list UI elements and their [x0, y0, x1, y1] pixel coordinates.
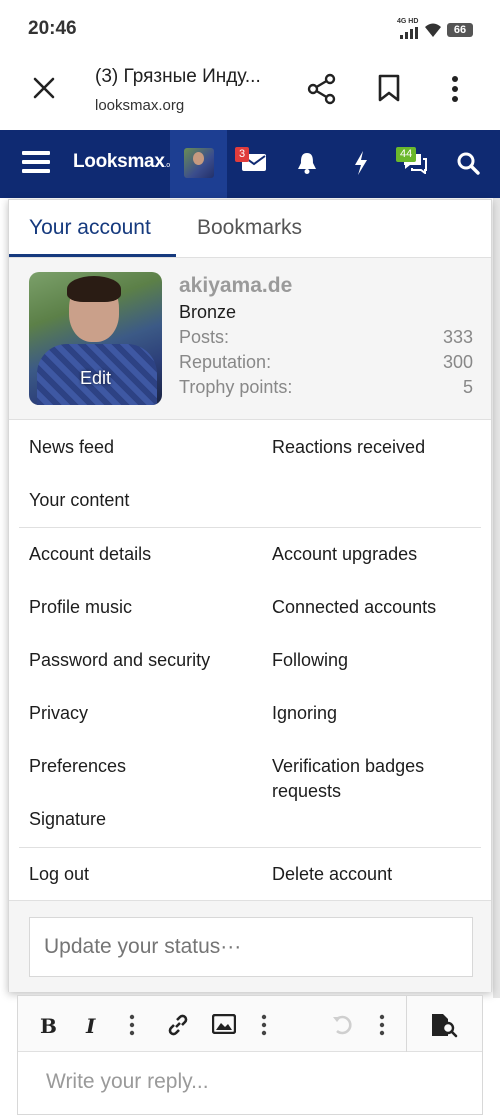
menu-ignoring[interactable]: Ignoring [272, 703, 337, 724]
more-vert-icon[interactable] [445, 73, 465, 105]
menu-divider [19, 847, 481, 848]
edit-avatar-label[interactable]: Edit [29, 368, 162, 389]
page-url[interactable]: looksmax.org [95, 97, 184, 114]
bold-icon[interactable]: B [40, 1014, 57, 1038]
account-dropdown: Your account Bookmarks Edit akiyama.de B… [8, 199, 492, 992]
more-options-icon[interactable] [128, 1014, 136, 1036]
account-tabs: Your account Bookmarks [9, 200, 491, 258]
page-underlay [493, 198, 500, 998]
wifi-icon [425, 23, 441, 37]
site-navigation-bar: Looksmax.org [0, 130, 500, 198]
browser-toolbar: (3) Грязные Инду... looksmax.org [0, 58, 500, 130]
reply-placeholder[interactable]: Write your reply... [46, 1070, 209, 1094]
menu-preferences[interactable]: Preferences [29, 756, 126, 777]
more-options-icon[interactable] [260, 1014, 268, 1036]
image-icon[interactable] [212, 1014, 236, 1034]
menu-news-feed[interactable]: News feed [29, 437, 114, 458]
stat-reputation: Reputation: 300 [179, 352, 473, 372]
battery-icon: 66 [447, 23, 473, 37]
menu-password-security[interactable]: Password and security [29, 650, 210, 671]
stat-posts: Posts: 333 [179, 327, 473, 347]
menu-verification-badges[interactable]: Verification badges requests [272, 756, 424, 802]
tab-your-account[interactable]: Your account [29, 216, 151, 240]
toolbar-divider [406, 996, 407, 1052]
share-icon[interactable] [307, 73, 337, 105]
editor-toolbar: B I [18, 996, 482, 1052]
page-title: (3) Грязные Инду... [95, 66, 261, 87]
active-tab-indicator [9, 254, 176, 257]
user-rank: Bronze [179, 302, 237, 322]
menu-your-content[interactable]: Your content [29, 490, 129, 511]
link-icon[interactable] [166, 1013, 190, 1037]
menu-log-out[interactable]: Log out [29, 864, 89, 885]
menu-account-upgrades[interactable]: Account upgrades [272, 544, 417, 565]
menu-reactions-received[interactable]: Reactions received [272, 437, 425, 458]
reply-editor: B I Write your reply... [17, 995, 483, 1115]
menu-divider [19, 527, 481, 528]
search-icon[interactable] [456, 151, 480, 175]
menu-account-details[interactable]: Account details [29, 544, 151, 565]
status-input[interactable] [29, 917, 473, 977]
menu-profile-music[interactable]: Profile music [29, 597, 132, 618]
network-indicator: 4G HD [397, 18, 419, 25]
menu-signature[interactable]: Signature [29, 809, 106, 830]
menu-connected-accounts[interactable]: Connected accounts [272, 597, 436, 618]
menu-delete-account[interactable]: Delete account [272, 864, 392, 885]
close-icon[interactable] [30, 74, 58, 102]
lightning-icon[interactable] [353, 150, 369, 176]
avatar[interactable] [184, 148, 214, 178]
more-options-icon[interactable] [378, 1014, 386, 1036]
menu-following[interactable]: Following [272, 650, 348, 671]
tab-bookmarks[interactable]: Bookmarks [197, 216, 302, 240]
system-status-bar: 20:46 4G HD 66 [0, 0, 500, 58]
menu-privacy[interactable]: Privacy [29, 703, 88, 724]
profile-avatar[interactable]: Edit [29, 272, 162, 405]
bell-icon[interactable] [296, 151, 318, 175]
undo-icon[interactable] [331, 1013, 355, 1037]
clock: 20:46 [28, 18, 77, 39]
chat-badge: 44 [396, 147, 417, 162]
stat-trophy-points: Trophy points: 5 [179, 377, 473, 397]
italic-icon[interactable]: I [86, 1014, 95, 1038]
preview-icon[interactable] [430, 1012, 458, 1038]
bookmark-icon[interactable] [377, 73, 401, 103]
site-logo[interactable]: Looksmax.org [73, 151, 176, 173]
signal-icon [400, 27, 418, 39]
username[interactable]: akiyama.de [179, 274, 292, 298]
menu-icon[interactable] [22, 151, 50, 175]
conversations-badge: 3 [235, 147, 250, 162]
